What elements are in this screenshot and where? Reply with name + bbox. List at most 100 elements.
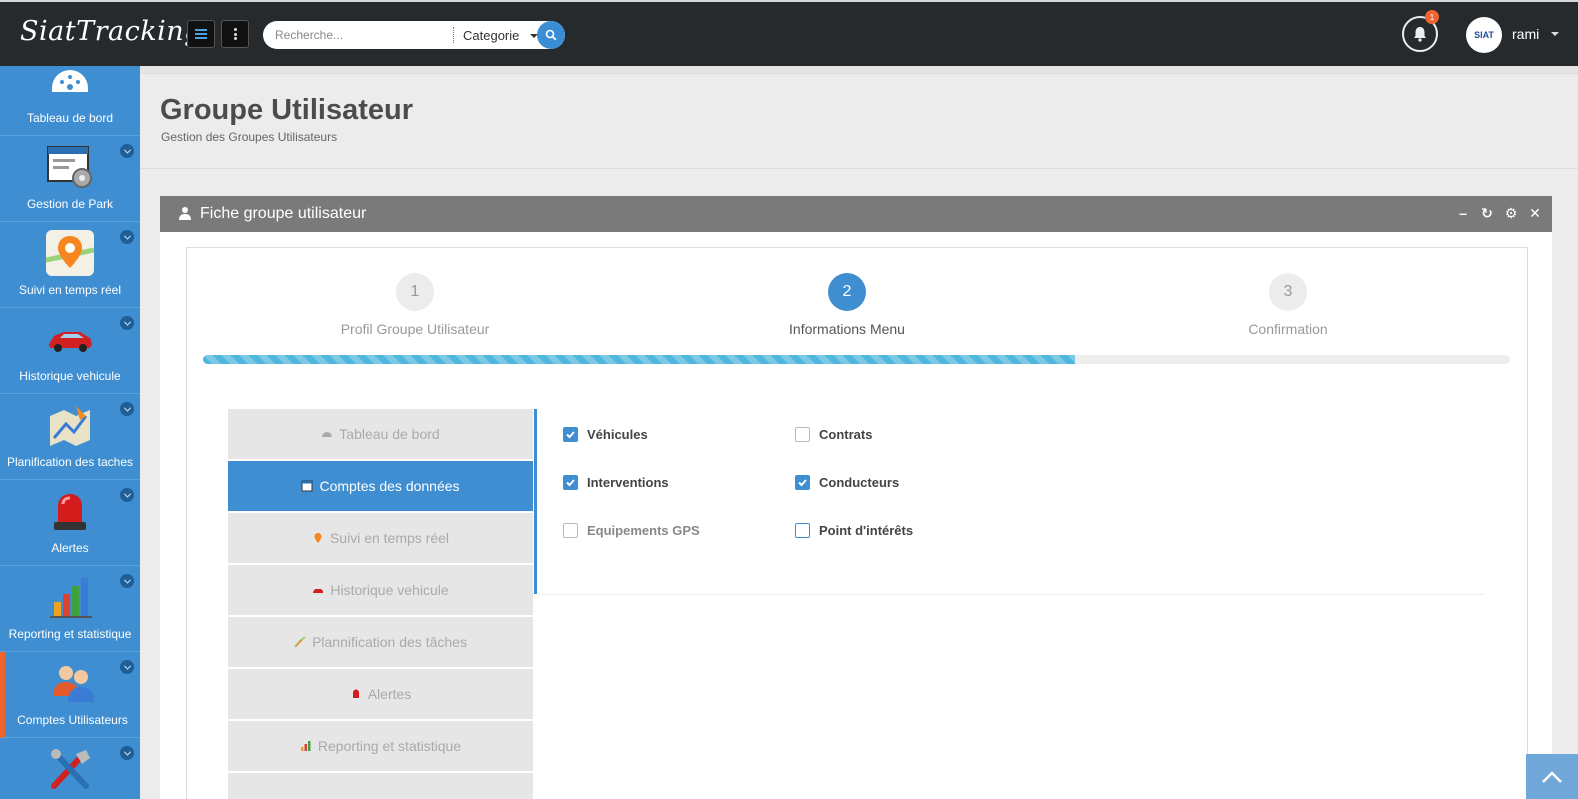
vertical-dots-icon <box>233 28 237 40</box>
option-interventions[interactable]: Interventions <box>563 475 669 490</box>
checkmark-icon <box>566 431 575 439</box>
app-logo[interactable]: SiatTracking <box>20 16 202 47</box>
user-menu-caret-icon[interactable] <box>1551 32 1559 36</box>
panel-tools: – ↻ ⚙ ✕ <box>1456 205 1542 222</box>
gear-icon[interactable]: ⚙ <box>1504 205 1518 221</box>
checkbox[interactable] <box>795 523 810 538</box>
sidebar-item-park[interactable]: Gestion de Park <box>0 136 140 222</box>
user-avatar[interactable]: SIAT <box>1466 17 1502 53</box>
chevron-down-icon[interactable] <box>120 402 134 416</box>
step-label: Profil Groupe Utilisateur <box>340 321 490 337</box>
user-icon <box>179 207 191 220</box>
menu-toggle-button[interactable] <box>187 20 215 48</box>
username[interactable]: rami <box>1512 26 1539 42</box>
chevron-down-icon[interactable] <box>120 746 134 760</box>
tab-label: Plannification des tâches <box>312 634 467 650</box>
sidebar-item-label: Planification des taches <box>6 455 134 469</box>
step-label: Confirmation <box>1248 321 1328 337</box>
tab-alerts[interactable]: Alertes <box>228 669 533 720</box>
gauge-icon <box>322 432 333 437</box>
option-equipements-gps[interactable]: Equipements GPS <box>563 523 700 538</box>
wizard-step-1[interactable]: 1 Profil Groupe Utilisateur <box>295 273 535 337</box>
chevron-down-icon[interactable] <box>120 144 134 158</box>
search-input[interactable] <box>275 26 445 44</box>
chevron-down-icon[interactable] <box>120 316 134 330</box>
map-pin-icon <box>314 533 322 543</box>
tab-history[interactable]: Historique vehicule <box>228 565 533 616</box>
sidebar-item-label: Alertes <box>51 541 89 555</box>
chevron-up-icon <box>1542 770 1562 783</box>
option-vehicules[interactable]: Véhicules <box>563 427 648 442</box>
more-options-button[interactable] <box>221 20 249 48</box>
option-conducteurs[interactable]: Conducteurs <box>795 475 899 490</box>
chevron-down-icon[interactable] <box>120 574 134 588</box>
tab-planning[interactable]: Plannification des tâches <box>228 617 533 668</box>
checkbox-label: Conducteurs <box>819 475 900 490</box>
tab-label: Historique vehicule <box>330 582 449 598</box>
category-select[interactable]: Categorie <box>463 28 519 43</box>
search-bar: Categorie <box>263 21 565 49</box>
notification-badge: 1 <box>1425 10 1439 24</box>
tools-icon <box>51 749 90 789</box>
step-label: Informations Menu <box>789 321 905 337</box>
window-icon <box>301 480 313 492</box>
option-points-interets[interactable]: Point d'intérêts <box>795 523 913 538</box>
checkbox-label: Interventions <box>587 475 669 490</box>
progress-fill <box>203 355 1075 364</box>
wizard-step-3[interactable]: 3 Confirmation <box>1168 273 1408 337</box>
sidebar-item-label: Tableau de bord <box>26 111 114 125</box>
dashboard-gauge-icon <box>52 70 88 92</box>
tab-dashboard[interactable]: Tableau de bord <box>228 409 533 460</box>
search-button[interactable] <box>537 21 565 49</box>
checkbox[interactable] <box>563 523 578 538</box>
chevron-down-icon[interactable] <box>120 230 134 244</box>
sidebar-item-user-accounts[interactable]: Comptes Utilisateurs <box>0 652 140 738</box>
checkbox-label: Véhicules <box>587 427 648 442</box>
checkmark-icon <box>798 479 807 487</box>
checkbox[interactable] <box>563 427 578 442</box>
refresh-icon[interactable]: ↻ <box>1480 205 1494 221</box>
sidebar-item-label: Gestion de Park <box>26 197 114 211</box>
checkbox-label: Point d'intérêts <box>819 523 914 538</box>
scroll-to-top-button[interactable] <box>1526 754 1578 799</box>
sidebar-item-label: Reporting et statistique <box>8 627 132 641</box>
step-number: 2 <box>828 273 866 311</box>
bar-chart-icon <box>50 578 92 618</box>
sidebar-item-dashboard[interactable]: Tableau de bord <box>0 66 140 136</box>
checkbox[interactable] <box>795 475 810 490</box>
siren-icon <box>352 689 359 698</box>
tab-data-accounts[interactable]: Comptes des données <box>228 461 533 512</box>
chevron-down-icon[interactable] <box>120 660 134 674</box>
chevron-down-icon[interactable] <box>120 488 134 502</box>
checkmark-icon <box>566 479 575 487</box>
close-icon[interactable]: ✕ <box>1528 205 1542 221</box>
sidebar-item-reporting[interactable]: Reporting et statistique <box>0 566 140 652</box>
checkbox[interactable] <box>795 427 810 442</box>
sidebar-item-settings[interactable] <box>0 738 140 799</box>
tab-content-divider <box>537 594 1484 595</box>
sidebar-item-realtime[interactable]: Suivi en temps réel <box>0 222 140 308</box>
hamburger-icon <box>195 29 207 39</box>
planning-map-icon <box>294 636 306 648</box>
sidebar-item-alerts[interactable]: Alertes <box>0 480 140 566</box>
panel-header: Fiche groupe utilisateur – ↻ ⚙ ✕ <box>160 196 1552 232</box>
page-title: Groupe Utilisateur <box>160 94 413 126</box>
sidebar-item-label: Suivi en temps réel <box>18 283 122 297</box>
park-management-icon <box>47 146 92 188</box>
sidebar-item-planning[interactable]: Planification des taches <box>0 394 140 480</box>
step-number: 1 <box>396 273 434 311</box>
top-navbar: SiatTracking Categorie 1 SIAT rami <box>0 0 1578 66</box>
checkbox[interactable] <box>563 475 578 490</box>
sidebar-item-history[interactable]: Historique vehicule <box>0 308 140 394</box>
search-icon <box>545 29 557 41</box>
tab-label: Alertes <box>367 686 412 702</box>
tab-reporting[interactable]: Reporting et statistique <box>228 721 533 772</box>
option-contrats[interactable]: Contrats <box>795 427 872 442</box>
active-tab-border <box>534 409 537 594</box>
sidebar: Tableau de bord Gestion de Park Suivi en… <box>0 66 140 799</box>
tab-realtime[interactable]: Suivi en temps réel <box>228 513 533 564</box>
minimize-icon[interactable]: – <box>1456 205 1470 221</box>
tab-more[interactable] <box>228 773 533 799</box>
wizard-step-2[interactable]: 2 Informations Menu <box>727 273 967 337</box>
tab-label: Tableau de bord <box>339 426 440 442</box>
